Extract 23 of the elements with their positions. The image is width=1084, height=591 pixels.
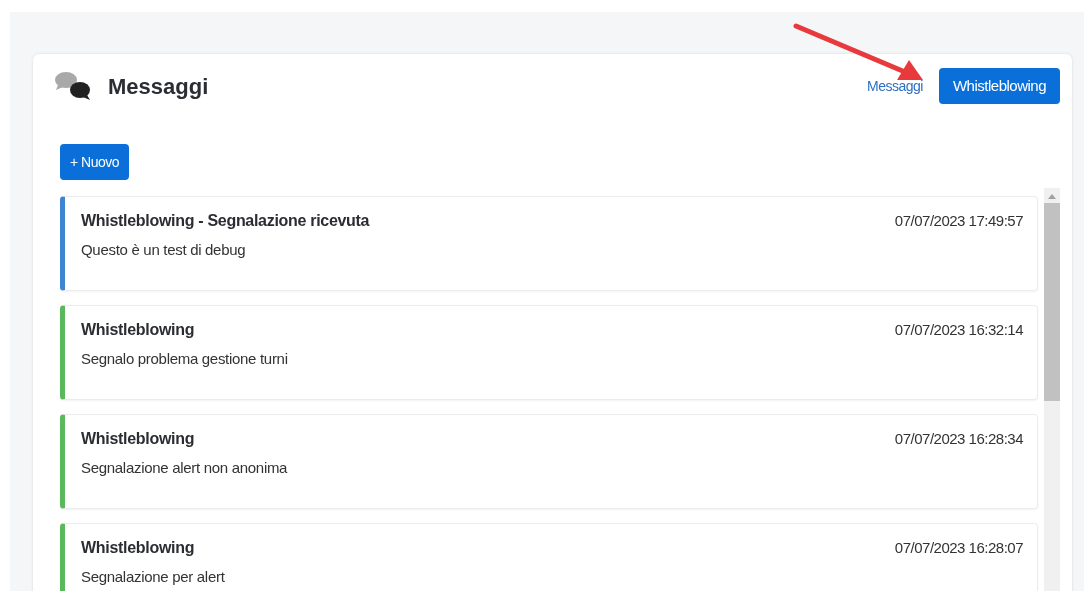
message-title: Whistleblowing bbox=[81, 429, 195, 449]
message-card[interactable]: Whistleblowing 07/07/2023 16:28:34 Segnalazione alert non anonima bbox=[60, 414, 1038, 509]
message-card[interactable]: Whistleblowing - Segnalazione ricevuta 07/07/2023 17:49:57 Questo è un test di debug bbox=[60, 196, 1038, 291]
message-card[interactable]: Whistleblowing 07/07/2023 16:28:07 Segnalazione per alert bbox=[60, 523, 1038, 591]
message-card[interactable]: Whistleblowing 07/07/2023 16:32:14 Segnalo problema gestione turni bbox=[60, 305, 1038, 400]
message-time: 07/07/2023 16:32:14 bbox=[894, 319, 1023, 340]
message-text: Segnalazione alert non anonima bbox=[81, 458, 288, 478]
new-button[interactable]: + Nuovo bbox=[60, 144, 130, 180]
message-time: 07/07/2023 17:49:57 bbox=[894, 210, 1023, 231]
scrollbar-thumb[interactable] bbox=[1044, 203, 1060, 401]
message-title: Whistleblowing bbox=[81, 538, 195, 558]
message-text: Questo è un test di debug bbox=[81, 240, 246, 260]
scrollbar[interactable] bbox=[1044, 188, 1060, 591]
message-title: Whistleblowing bbox=[81, 320, 195, 340]
tab[interactable]: Messaggi bbox=[867, 68, 923, 104]
message-text: Segnalo problema gestione turni bbox=[81, 349, 288, 369]
page-title: Messaggi bbox=[108, 72, 209, 101]
tab[interactable]: Whistleblowing bbox=[938, 68, 1060, 104]
message-time: 07/07/2023 16:28:34 bbox=[894, 428, 1023, 449]
scroll-up-arrow-icon[interactable] bbox=[1048, 193, 1056, 199]
message-time: 07/07/2023 16:28:07 bbox=[894, 537, 1023, 558]
message-text: Segnalazione per alert bbox=[81, 567, 225, 587]
message-title: Whistleblowing - Segnalazione ricevuta bbox=[81, 211, 370, 231]
